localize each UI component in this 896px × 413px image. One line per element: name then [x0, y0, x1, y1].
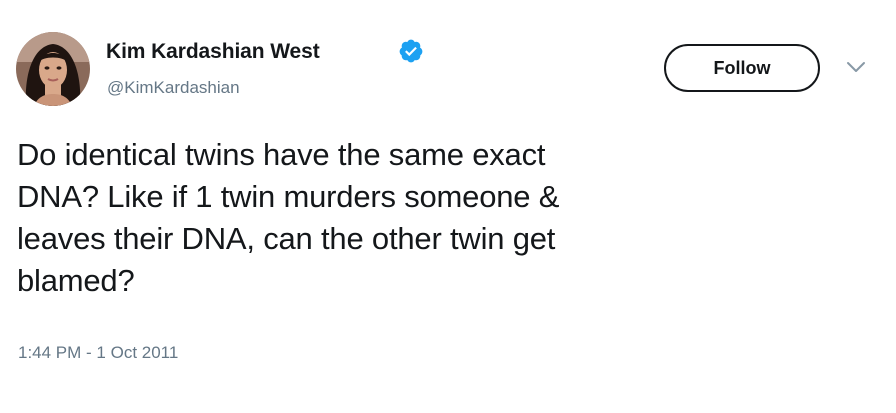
tweet-timestamp[interactable]: 1:44 PM - 1 Oct 2011 [18, 343, 178, 363]
chevron-down-icon[interactable] [846, 60, 866, 74]
display-name[interactable]: Kim Kardashian West [106, 40, 320, 64]
profile-photo-icon [16, 32, 90, 106]
verified-badge-icon [399, 39, 423, 63]
tweet-text: Do identical twins have the same exact D… [17, 137, 560, 298]
tweet-card: Kim Kardashian West @KimKardashian Follo… [0, 0, 896, 413]
follow-button[interactable]: Follow [664, 44, 820, 92]
user-handle[interactable]: @KimKardashian [107, 78, 240, 98]
avatar[interactable] [16, 32, 90, 106]
